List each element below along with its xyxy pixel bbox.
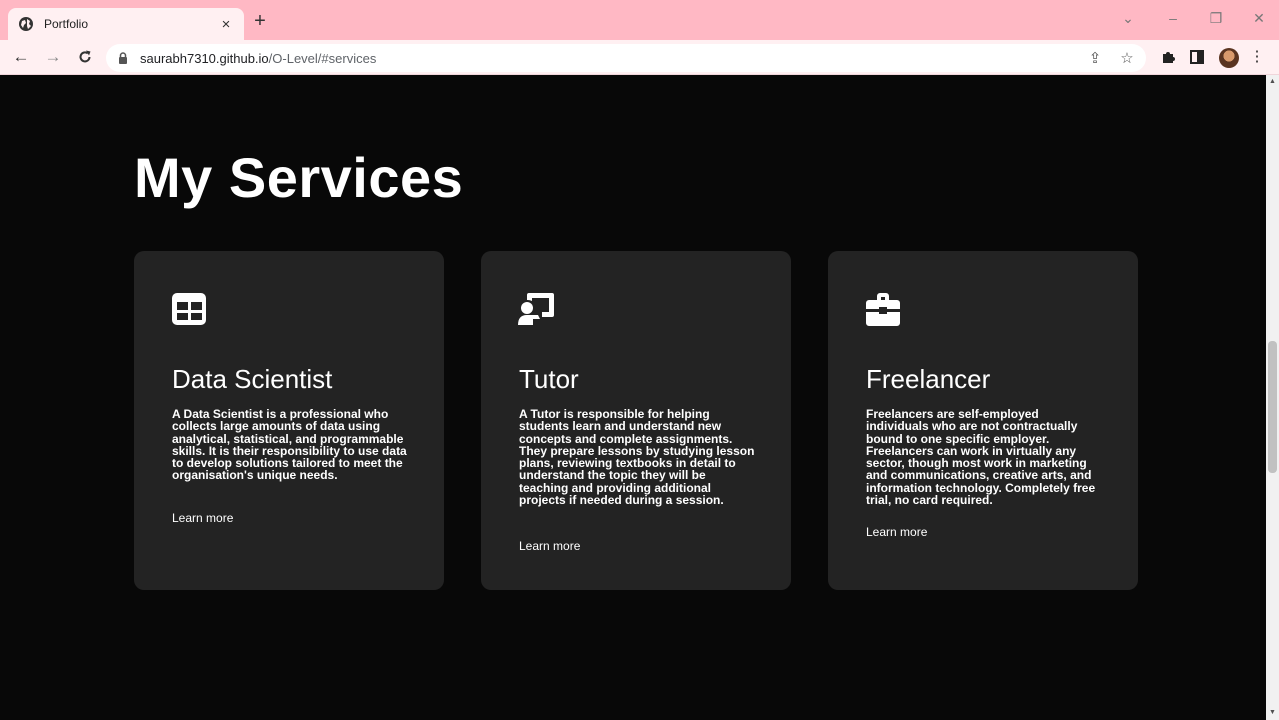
chalkboard-teacher-icon	[518, 293, 554, 325]
browser-tab[interactable]: Portfolio ×	[8, 8, 244, 40]
page-title: My Services	[134, 146, 464, 209]
scroll-up-arrow-icon[interactable]: ▲	[1269, 78, 1276, 85]
tab-search-icon[interactable]: ⌄	[1114, 10, 1142, 27]
table-icon	[172, 293, 206, 325]
service-title: Data Scientist	[172, 364, 333, 394]
globe-icon	[19, 17, 33, 31]
reload-icon	[79, 50, 91, 63]
url-path: /O-Level/#services	[268, 51, 377, 66]
scroll-down-arrow-icon[interactable]: ▼	[1269, 709, 1276, 716]
share-icon[interactable]: ⇪	[1086, 49, 1104, 67]
profile-avatar[interactable]	[1219, 48, 1239, 68]
service-card-freelancer: Freelancer Freelancers are self-employed…	[828, 251, 1138, 590]
lock-icon	[119, 52, 127, 64]
address-toolbar: ← → saurabh7310.github.io/O-Level/#servi…	[0, 40, 1279, 75]
minimize-button[interactable]: –	[1159, 10, 1187, 26]
side-panel-icon[interactable]	[1186, 46, 1208, 68]
forward-button[interactable]: →	[42, 46, 64, 68]
back-button[interactable]: ←	[10, 46, 32, 68]
restore-button[interactable]: ❐	[1202, 10, 1230, 27]
url-host: saurabh7310.github.io	[140, 51, 269, 66]
reload-button[interactable]	[74, 46, 96, 68]
close-tab-icon[interactable]: ×	[218, 16, 234, 33]
extensions-puzzle-icon[interactable]	[1158, 46, 1180, 68]
url-text: saurabh7310.github.io/O-Level/#services	[140, 51, 376, 66]
briefcase-icon	[866, 293, 900, 326]
url-bar[interactable]: saurabh7310.github.io/O-Level/#services …	[106, 44, 1146, 72]
learn-more-link[interactable]: Learn more	[866, 525, 927, 539]
close-window-button[interactable]: ✕	[1245, 10, 1273, 27]
bookmark-star-icon[interactable]: ☆	[1118, 49, 1136, 67]
services-section: My Services Data Scientist A Data Scient…	[0, 75, 1266, 720]
service-description: A Data Scientist is a professional who c…	[172, 407, 407, 483]
browser-tab-bar: Portfolio × + ⌄ – ❐ ✕	[0, 0, 1279, 40]
service-description: A Tutor is responsible for helping stude…	[519, 407, 755, 508]
service-description: Freelancers are self-employed individual…	[866, 407, 1096, 508]
service-title: Tutor	[519, 364, 579, 394]
new-tab-button[interactable]: +	[252, 11, 268, 31]
page-scrollbar[interactable]: ▲ ▼	[1266, 75, 1279, 720]
scrollbar-thumb[interactable]	[1268, 341, 1277, 473]
learn-more-link[interactable]: Learn more	[172, 511, 233, 525]
service-title: Freelancer	[866, 364, 991, 394]
learn-more-link[interactable]: Learn more	[519, 539, 580, 553]
tab-title: Portfolio	[44, 17, 89, 31]
browser-menu-icon[interactable]: ⋮	[1246, 46, 1268, 68]
service-card-tutor: Tutor A Tutor is responsible for helping…	[481, 251, 791, 590]
service-card-data-scientist: Data Scientist A Data Scientist is a pro…	[134, 251, 444, 590]
